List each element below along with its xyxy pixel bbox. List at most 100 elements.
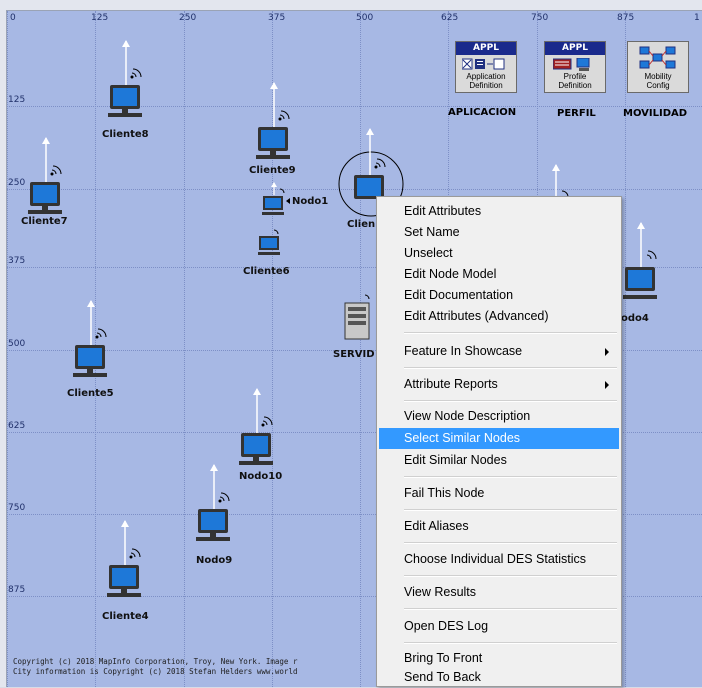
profile-config-object[interactable]: APPL Profile Definition xyxy=(544,41,606,93)
menu-separator xyxy=(404,575,617,577)
node-label: Cliente7 xyxy=(21,216,68,227)
node-label: Clien xyxy=(347,219,376,230)
node-nodo9[interactable] xyxy=(190,463,240,549)
y-tick-label: 500 xyxy=(8,339,26,349)
node-label: Nodo10 xyxy=(239,471,283,482)
config-line1: Mobility xyxy=(644,72,672,81)
config-name-perfil: PERFIL xyxy=(557,108,596,119)
node-cliente8[interactable] xyxy=(102,39,152,125)
node-label: Nodo1 xyxy=(292,196,329,207)
node-context-menu: Edit Attributes Set Name Unselect Edit N… xyxy=(376,196,622,687)
config-line2: Definition xyxy=(558,81,592,90)
menu-item-fail-this-node[interactable]: Fail This Node xyxy=(379,483,619,504)
wireless-workstation-icon xyxy=(73,300,107,377)
node-servidor[interactable] xyxy=(339,291,379,351)
menu-separator xyxy=(404,367,617,369)
config-line1: Application xyxy=(466,72,506,81)
node-label: Cliente9 xyxy=(249,165,296,176)
menu-item-unselect[interactable]: Unselect xyxy=(379,243,619,264)
menu-separator xyxy=(404,400,617,402)
config-line1: Profile xyxy=(563,72,587,81)
menu-separator xyxy=(404,509,617,511)
menu-item-set-name[interactable]: Set Name xyxy=(379,222,619,243)
copyright-line-1: Copyright (c) 2018 MapInfo Corporation, … xyxy=(13,657,298,666)
x-tick-label: 875 xyxy=(617,13,635,23)
x-tick-label: 250 xyxy=(179,13,197,23)
node-label: Cliente4 xyxy=(102,611,149,622)
x-tick-label: 750 xyxy=(531,13,549,23)
wireless-workstation-icon xyxy=(262,182,290,215)
y-tick-label: 750 xyxy=(8,503,26,513)
menu-separator xyxy=(404,542,617,544)
menu-item-feature-in-showcase[interactable]: Feature In Showcase xyxy=(379,341,619,362)
node-label: odo4 xyxy=(621,313,649,324)
menu-item-open-des-log[interactable]: Open DES Log xyxy=(379,616,619,637)
node-label: Cliente8 xyxy=(102,129,149,140)
menu-separator xyxy=(404,332,617,334)
menu-item-edit-attributes[interactable]: Edit Attributes xyxy=(379,201,619,222)
config-line2: Config xyxy=(646,81,670,90)
menu-item-edit-node-model[interactable]: Edit Node Model xyxy=(379,264,619,285)
y-tick-label: 125 xyxy=(8,95,26,105)
menu-separator xyxy=(404,608,617,610)
x-tick-label: 0 xyxy=(10,13,16,23)
mobility-config-icon xyxy=(639,46,676,69)
window-left-border xyxy=(0,10,7,687)
menu-item-edit-aliases[interactable]: Edit Aliases xyxy=(379,516,619,537)
antenna-icon xyxy=(552,164,569,201)
menu-separator xyxy=(404,476,617,478)
node-label: Nodo9 xyxy=(196,555,233,566)
window-top-border xyxy=(0,0,702,11)
node-cliente7[interactable] xyxy=(22,136,72,222)
appl-header: APPL xyxy=(456,42,516,55)
node-cliente6[interactable] xyxy=(256,224,290,268)
menu-item-label: Feature In Showcase xyxy=(404,344,523,358)
menu-item-select-similar-nodes[interactable]: Select Similar Nodes xyxy=(379,428,619,449)
wireless-workstation-icon xyxy=(256,82,290,159)
menu-item-edit-documentation[interactable]: Edit Documentation xyxy=(379,285,619,306)
node-label: Cliente5 xyxy=(67,388,114,399)
x-tick-label: 375 xyxy=(268,13,286,23)
menu-item-edit-attributes-advanced[interactable]: Edit Attributes (Advanced) xyxy=(379,306,619,327)
mobility-config-object[interactable]: Mobility Config xyxy=(627,41,689,93)
wireless-workstation-icon xyxy=(258,229,280,255)
wireless-workstation-icon xyxy=(623,222,657,299)
submenu-arrow-icon xyxy=(605,348,609,356)
menu-separator xyxy=(404,642,617,644)
node-label: Cliente6 xyxy=(243,266,290,277)
application-config-object[interactable]: APPL Application Definition xyxy=(455,41,517,93)
menu-item-view-results[interactable]: View Results xyxy=(379,582,619,603)
config-name-aplicacion: APLICACION xyxy=(448,107,517,118)
x-tick-label: 500 xyxy=(356,13,374,23)
grid-line xyxy=(184,11,185,687)
wireless-workstation-icon xyxy=(28,137,62,214)
node-cliente4[interactable] xyxy=(101,519,151,605)
y-tick-label: 875 xyxy=(8,585,26,595)
wireless-workstation-icon xyxy=(196,464,230,541)
node-cliente5[interactable] xyxy=(67,299,117,385)
config-line2: Definition xyxy=(469,81,503,90)
menu-item-send-to-back[interactable]: Send To Back xyxy=(379,667,619,688)
x-tick-label: 1 xyxy=(694,13,700,23)
node-nodo4[interactable] xyxy=(617,221,667,315)
copyright-line-2: City information is Copyright (c) 2018 S… xyxy=(13,667,298,676)
menu-item-bring-to-front[interactable]: Bring To Front xyxy=(379,648,619,669)
node-cliente9[interactable] xyxy=(250,81,300,167)
submenu-arrow-icon xyxy=(605,381,609,389)
menu-item-attribute-reports[interactable]: Attribute Reports xyxy=(379,374,619,395)
node-nodo1[interactable] xyxy=(260,181,294,225)
application-definition-icon xyxy=(462,58,505,70)
profile-definition-icon xyxy=(553,58,590,71)
node-nodo10[interactable] xyxy=(233,387,283,473)
server-icon xyxy=(344,294,370,340)
config-name-movilidad: MOVILIDAD xyxy=(623,108,688,119)
wireless-workstation-icon xyxy=(107,520,141,597)
x-tick-label: 625 xyxy=(441,13,459,23)
menu-item-choose-des-statistics[interactable]: Choose Individual DES Statistics xyxy=(379,549,619,570)
menu-item-view-node-description[interactable]: View Node Description xyxy=(379,406,619,427)
node-label: SERVID xyxy=(333,349,375,360)
y-tick-label: 375 xyxy=(8,256,26,266)
x-tick-label: 125 xyxy=(91,13,109,23)
menu-item-edit-similar-nodes[interactable]: Edit Similar Nodes xyxy=(379,450,619,471)
y-tick-label: 625 xyxy=(8,421,26,431)
